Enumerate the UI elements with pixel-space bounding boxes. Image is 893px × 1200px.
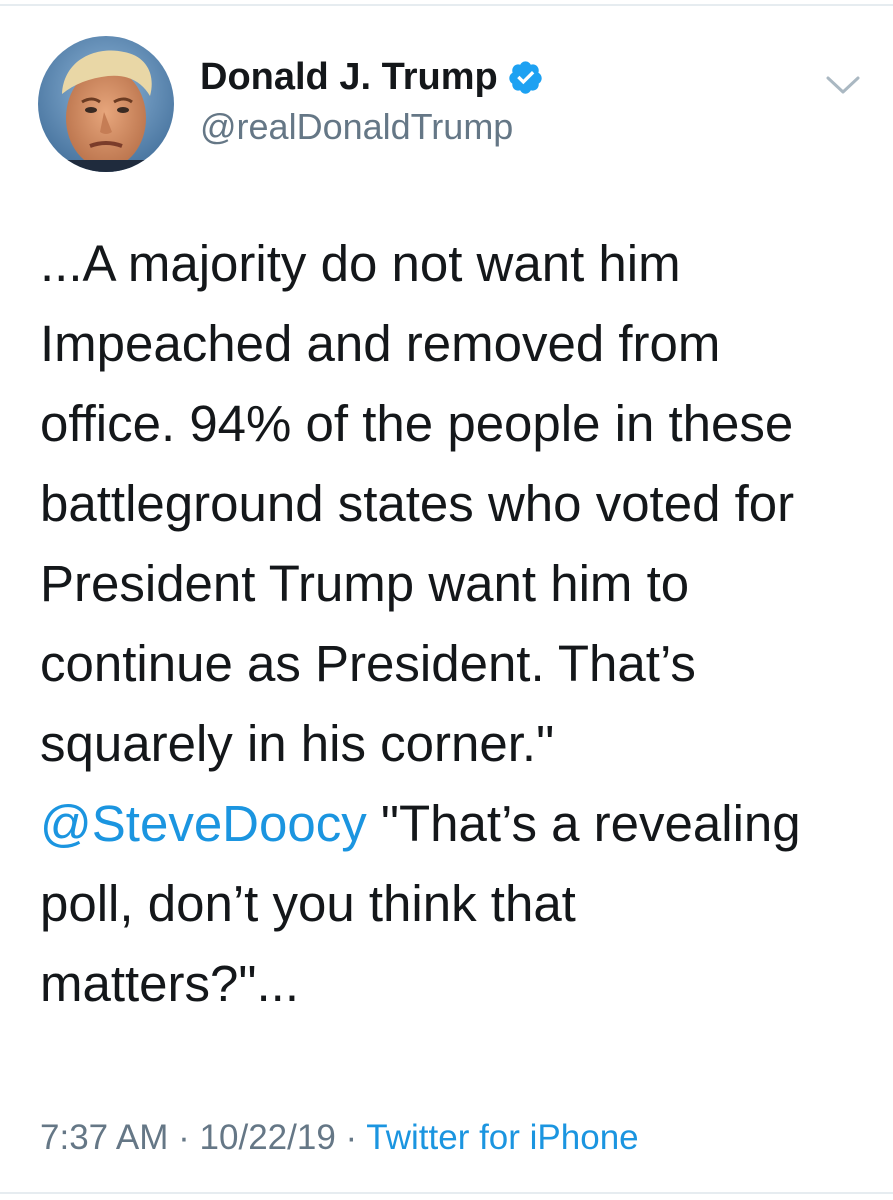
- bottom-divider: [0, 1192, 893, 1194]
- tweet-text-fragment: "That’s a revealing: [366, 795, 801, 852]
- avatar[interactable]: [38, 36, 174, 172]
- tweet-date[interactable]: 10/22/19: [200, 1118, 336, 1157]
- top-divider: [0, 4, 893, 6]
- chevron-down-icon[interactable]: [824, 72, 862, 98]
- tweet-text: ...A majority do not want him Impeached …: [40, 224, 870, 1024]
- verified-badge-icon: [509, 60, 542, 94]
- tweet-time[interactable]: 7:37 AM: [40, 1118, 168, 1157]
- tweet-text-line: office. 94% of the people in these: [40, 395, 794, 452]
- meta-separator: ·: [178, 1118, 190, 1157]
- author-handle[interactable]: @realDonaldTrump: [200, 104, 513, 150]
- tweet-text-line: ...A majority do not want him: [40, 235, 681, 292]
- author-name-row: Donald J. Trump: [200, 54, 544, 100]
- author-display-name[interactable]: Donald J. Trump: [200, 54, 498, 100]
- tweet-text-line: battleground states who voted for: [40, 475, 795, 532]
- tweet-text-line: matters?"...: [40, 955, 300, 1012]
- tweet-text-line: squarely in his corner.": [40, 715, 555, 772]
- tweet-text-line: poll, don’t you think that: [40, 875, 576, 932]
- tweet-source-link[interactable]: Twitter for iPhone: [366, 1118, 638, 1157]
- tweet-text-line: President Trump want him to: [40, 555, 690, 612]
- meta-separator: ·: [345, 1118, 358, 1157]
- tweet-meta: 7:37 AM · 10/22/19 · Twitter for iPhone: [40, 1114, 639, 1162]
- tweet-text-line: Impeached and removed from: [40, 315, 721, 372]
- tweet-text-line: @SteveDoocy "That’s a revealing: [40, 784, 870, 864]
- mention-link[interactable]: @SteveDoocy: [40, 795, 367, 852]
- tweet-text-line: continue as President. That’s: [40, 635, 696, 692]
